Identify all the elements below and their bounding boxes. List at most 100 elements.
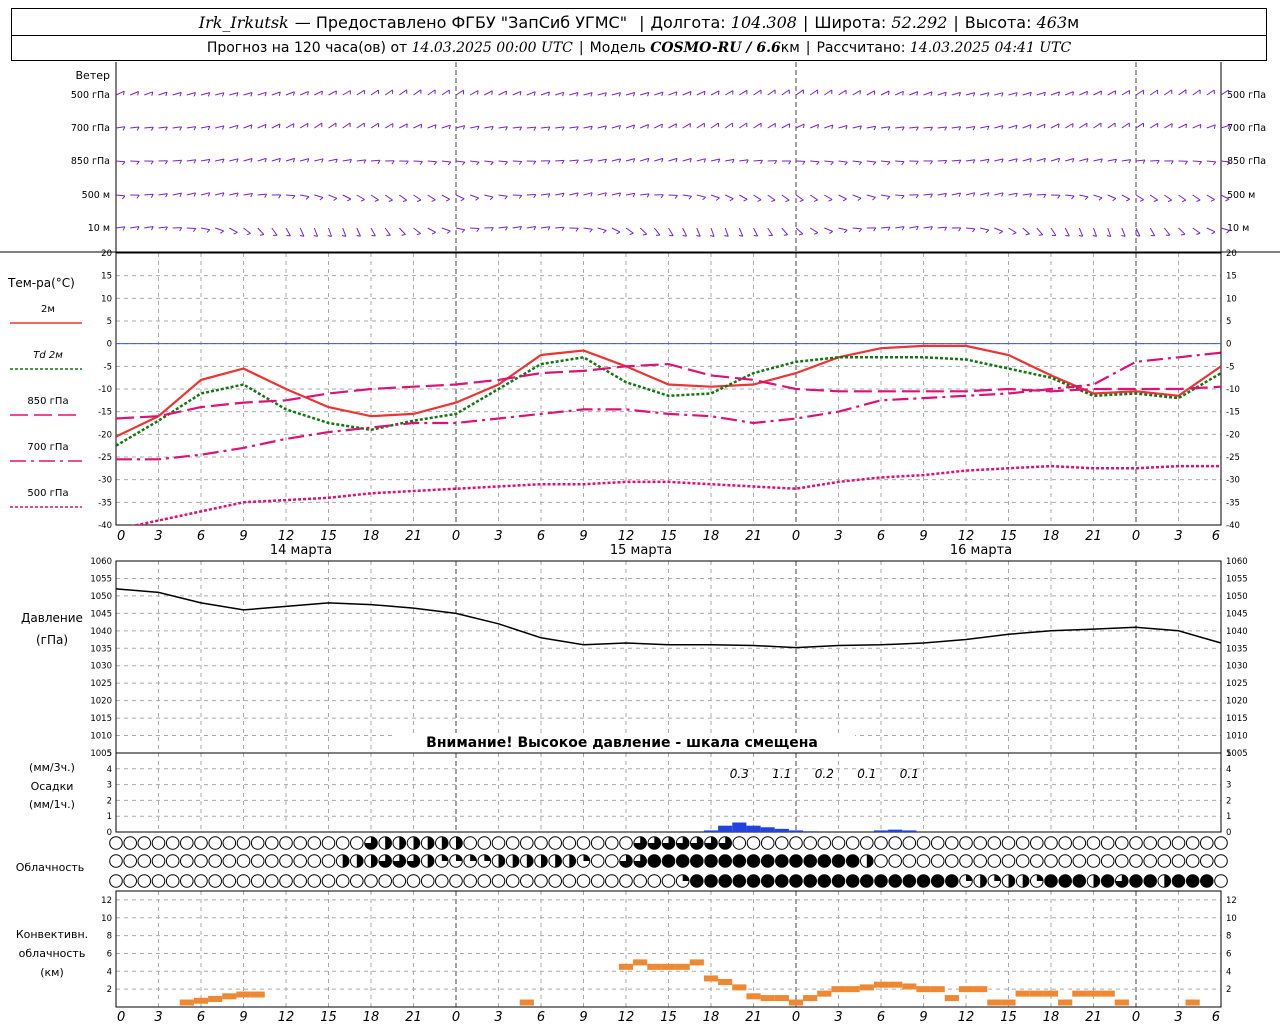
wind-barb-flag — [278, 123, 281, 128]
convective-bar — [788, 999, 804, 1006]
wind-barb-shaft — [455, 89, 464, 96]
wind-barb-shaft — [654, 123, 663, 129]
cloud-symbol — [350, 836, 364, 850]
wind-barb-flag — [491, 90, 493, 95]
wind-barb-shaft — [866, 90, 875, 96]
precip-3h-value: 0.1 — [900, 767, 919, 781]
temp-tick-right: -25 — [1226, 453, 1240, 463]
conv-time-tick: 9 — [919, 1010, 927, 1024]
cloud-symbol — [1115, 854, 1129, 868]
wind-barb-flag — [985, 229, 990, 234]
wind-barb-shaft — [696, 90, 706, 96]
precip-tick-right: 2 — [1226, 796, 1231, 806]
temp-tick-left: -5 — [104, 362, 112, 372]
temp-time-tick: 3 — [154, 529, 162, 544]
precip-tick-right: 0 — [1226, 828, 1231, 838]
cloud-symbol — [165, 836, 180, 850]
wind-barb-flag — [828, 199, 833, 202]
convective-bar — [916, 986, 931, 993]
precip-tick-left: 3 — [107, 781, 112, 791]
wind-barb-shaft — [739, 89, 748, 96]
wind-barb-flag — [887, 161, 891, 166]
wind-barb-shaft — [115, 160, 126, 163]
wind-barb-shaft — [795, 194, 804, 201]
wind-barb-flag — [388, 199, 393, 202]
cloud-symbol — [605, 854, 619, 868]
wind-barb-shaft — [682, 194, 692, 197]
wind-barb-shaft — [498, 160, 508, 163]
cloud-symbol — [236, 854, 251, 868]
wind-barb-shaft — [526, 91, 536, 96]
cloud-symbol — [605, 874, 619, 888]
wind-barb-flag — [264, 124, 267, 129]
wind-barb-flag — [886, 196, 891, 200]
wind-barb-shaft — [555, 126, 565, 129]
wind-barb-shaft — [314, 122, 323, 129]
cloud-symbol — [137, 836, 152, 850]
wind-barb-flag — [206, 229, 211, 233]
precip-1h-label: (мм/1ч.) — [29, 798, 75, 811]
cloud-symbol-fill — [682, 874, 689, 881]
wind-barb-flag — [616, 231, 621, 235]
temp-tick-right: -15 — [1226, 408, 1240, 418]
wind-barb-shaft — [271, 123, 281, 129]
cloud-symbol — [959, 854, 973, 868]
wind-barb-shaft — [866, 125, 876, 129]
wind-barb-shaft — [356, 89, 365, 96]
wind-barb-flag — [802, 161, 806, 165]
wind-barb-shaft — [795, 89, 804, 96]
cloud-symbol — [123, 854, 137, 868]
wind-barb-shaft — [1107, 90, 1116, 96]
wind-barb-shaft — [427, 89, 436, 96]
convective-bar — [774, 995, 789, 1002]
wind-barb-shaft — [144, 126, 154, 129]
wind-barb-shaft — [498, 126, 508, 129]
temp-time-tick: 0 — [117, 529, 125, 544]
wind-barb-shaft — [1192, 160, 1202, 163]
wind-barb-flag — [519, 91, 522, 96]
wind-barb-shaft — [200, 92, 210, 96]
wind-barb-shaft — [229, 92, 239, 96]
wind-barb-flag — [575, 227, 579, 232]
temp-tick-left: -10 — [98, 385, 112, 395]
wind-barb-shaft — [810, 124, 819, 129]
cloud-symbol — [378, 874, 393, 888]
wind-level-label-left: 850 гПа — [71, 156, 110, 167]
wind-barb-flag — [246, 233, 251, 236]
wind-barb-shaft — [1206, 89, 1215, 96]
cloud-symbol-fill — [441, 854, 449, 861]
wind-barb-shaft — [257, 91, 267, 96]
cloud-symbol — [123, 874, 137, 888]
wind-barb-shaft — [1149, 194, 1158, 201]
cloud-symbol-fill — [385, 836, 392, 850]
cloud-symbol — [760, 854, 775, 868]
cloud-symbol — [789, 874, 803, 888]
wind-barb-shaft — [724, 194, 734, 200]
wind-barb-shaft — [427, 227, 436, 233]
wind-barb-shaft — [130, 91, 139, 96]
cloud-symbol — [520, 836, 534, 850]
cloud-symbol — [265, 874, 279, 888]
wind-barb-flag — [674, 195, 678, 199]
wind-barb-shaft — [866, 194, 876, 198]
wind-barb-flag — [490, 161, 494, 166]
pressure-tick-left: 1020 — [90, 697, 112, 707]
cloud-symbol — [1058, 874, 1072, 888]
wind-barb-shaft — [172, 126, 182, 129]
wind-barb-shaft — [484, 160, 494, 163]
legend-label-td2m: Td 2м — [33, 350, 63, 361]
cloud-symbol — [732, 874, 747, 888]
wind-barb-flag — [461, 229, 466, 233]
wind-barb-flag — [1167, 199, 1172, 203]
wind-barb-flag — [872, 197, 876, 201]
wind-barb-flag — [798, 233, 803, 236]
wind-barb-flag — [688, 195, 692, 200]
cloud-symbol-fill — [512, 854, 519, 868]
wind-barb-shaft — [555, 192, 565, 196]
wind-barb-shaft — [1107, 227, 1112, 237]
wind-barb-flag — [1184, 161, 1188, 165]
wind-barb-shaft — [937, 91, 947, 96]
wind-barb-shaft — [484, 90, 493, 96]
cloud-symbol — [732, 836, 747, 850]
cloud-symbol — [1143, 836, 1157, 850]
